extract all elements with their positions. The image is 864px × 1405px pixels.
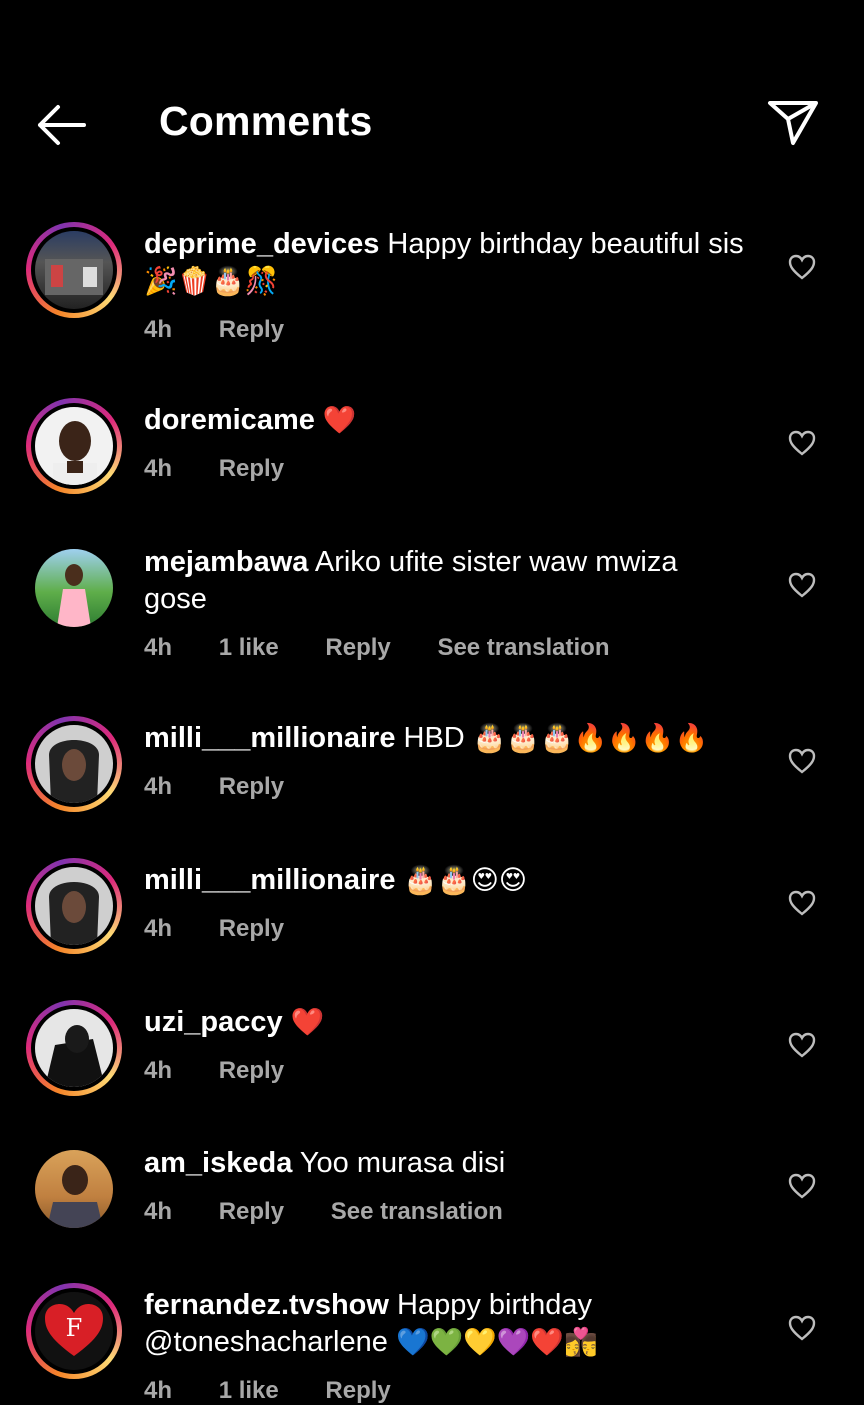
comment-time: 4h [144,915,173,942]
comment-text: am_iskeda Yoo murasa disi [144,1147,506,1179]
comment-text: milli___millionaire 🎂🎂😍😍 [144,864,528,896]
logo-letter: F [66,1314,83,1342]
comment-time: 4h [144,1057,173,1084]
see-translation-button[interactable]: See translation [437,634,609,661]
comment-meta: 4h Reply [144,773,324,801]
avatar[interactable]: F [26,1283,122,1379]
comment-username[interactable]: fernandez.tvshow [144,1289,389,1321]
comment-time: 4h [144,316,173,343]
reply-button[interactable]: Reply [219,915,284,942]
comment-time: 4h [144,455,173,482]
heart-icon[interactable] [788,572,816,598]
reply-button[interactable]: Reply [219,773,284,800]
avatar[interactable] [26,858,122,954]
comment-meta: 4h Reply [144,915,324,943]
comment-likes[interactable]: 1 like [219,1377,279,1404]
comment-meta: 4h Reply [144,316,324,344]
reply-button[interactable]: Reply [325,1377,390,1404]
comment-time: 4h [144,773,173,800]
heart-icon[interactable] [788,890,816,916]
reply-button[interactable]: Reply [325,634,390,661]
comment-text: deprime_devices Happy birthday beautiful… [144,228,744,297]
comment-meta: 4h Reply [144,455,324,483]
comment-username[interactable]: milli___millionaire [144,722,395,754]
comment-time: 4h [144,1377,173,1404]
comment-text: milli___millionaire HBD 🎂🎂🎂🔥🔥🔥🔥 [144,722,709,754]
comment-username[interactable]: doremicame [144,404,315,436]
heart-icon[interactable] [788,748,816,774]
arrow-left-icon [38,105,86,145]
avatar[interactable] [26,1000,122,1096]
comment-meta: 4h 1 like Reply See translation [144,634,650,662]
comment-username[interactable]: deprime_devices [144,228,379,260]
share-button[interactable] [764,97,822,149]
reply-button[interactable]: Reply [219,316,284,343]
avatar[interactable] [26,716,122,812]
reply-button[interactable]: Reply [219,1057,284,1084]
avatar[interactable] [26,1141,122,1237]
heart-icon[interactable] [788,430,816,456]
reply-button[interactable]: Reply [219,1198,284,1225]
avatar[interactable] [26,398,122,494]
heart-icon[interactable] [788,1032,816,1058]
comment-text: mejambawa Ariko ufite sister waw mwiza g… [144,546,678,615]
comment-username[interactable]: uzi_paccy [144,1006,283,1038]
comment-username[interactable]: am_iskeda [144,1147,292,1179]
heart-icon[interactable] [788,254,816,280]
comment-time: 4h [144,1198,173,1225]
heart-icon[interactable] [788,1173,816,1199]
comment-meta: 4h Reply [144,1057,324,1085]
heart-icon[interactable] [788,1315,816,1341]
comment-username[interactable]: mejambawa [144,546,308,578]
comment-meta: 4h 1 like Reply [144,1377,431,1405]
paper-plane-icon [768,101,818,145]
comment-username[interactable]: milli___millionaire [144,864,395,896]
avatar[interactable] [26,540,122,636]
header: Comments [0,0,864,200]
comment-text: fernandez.tvshow Happy birthday @tonesha… [144,1289,598,1358]
avatar[interactable] [26,222,122,318]
comment-text: doremicame ❤️ [144,404,357,436]
page-title: Comments [159,98,373,144]
comment-text: uzi_paccy ❤️ [144,1006,325,1038]
comment-meta: 4h Reply See translation [144,1198,543,1226]
see-translation-button[interactable]: See translation [331,1198,503,1225]
comment-time: 4h [144,634,173,661]
comment-likes[interactable]: 1 like [219,634,279,661]
reply-button[interactable]: Reply [219,455,284,482]
back-button[interactable] [34,100,90,150]
